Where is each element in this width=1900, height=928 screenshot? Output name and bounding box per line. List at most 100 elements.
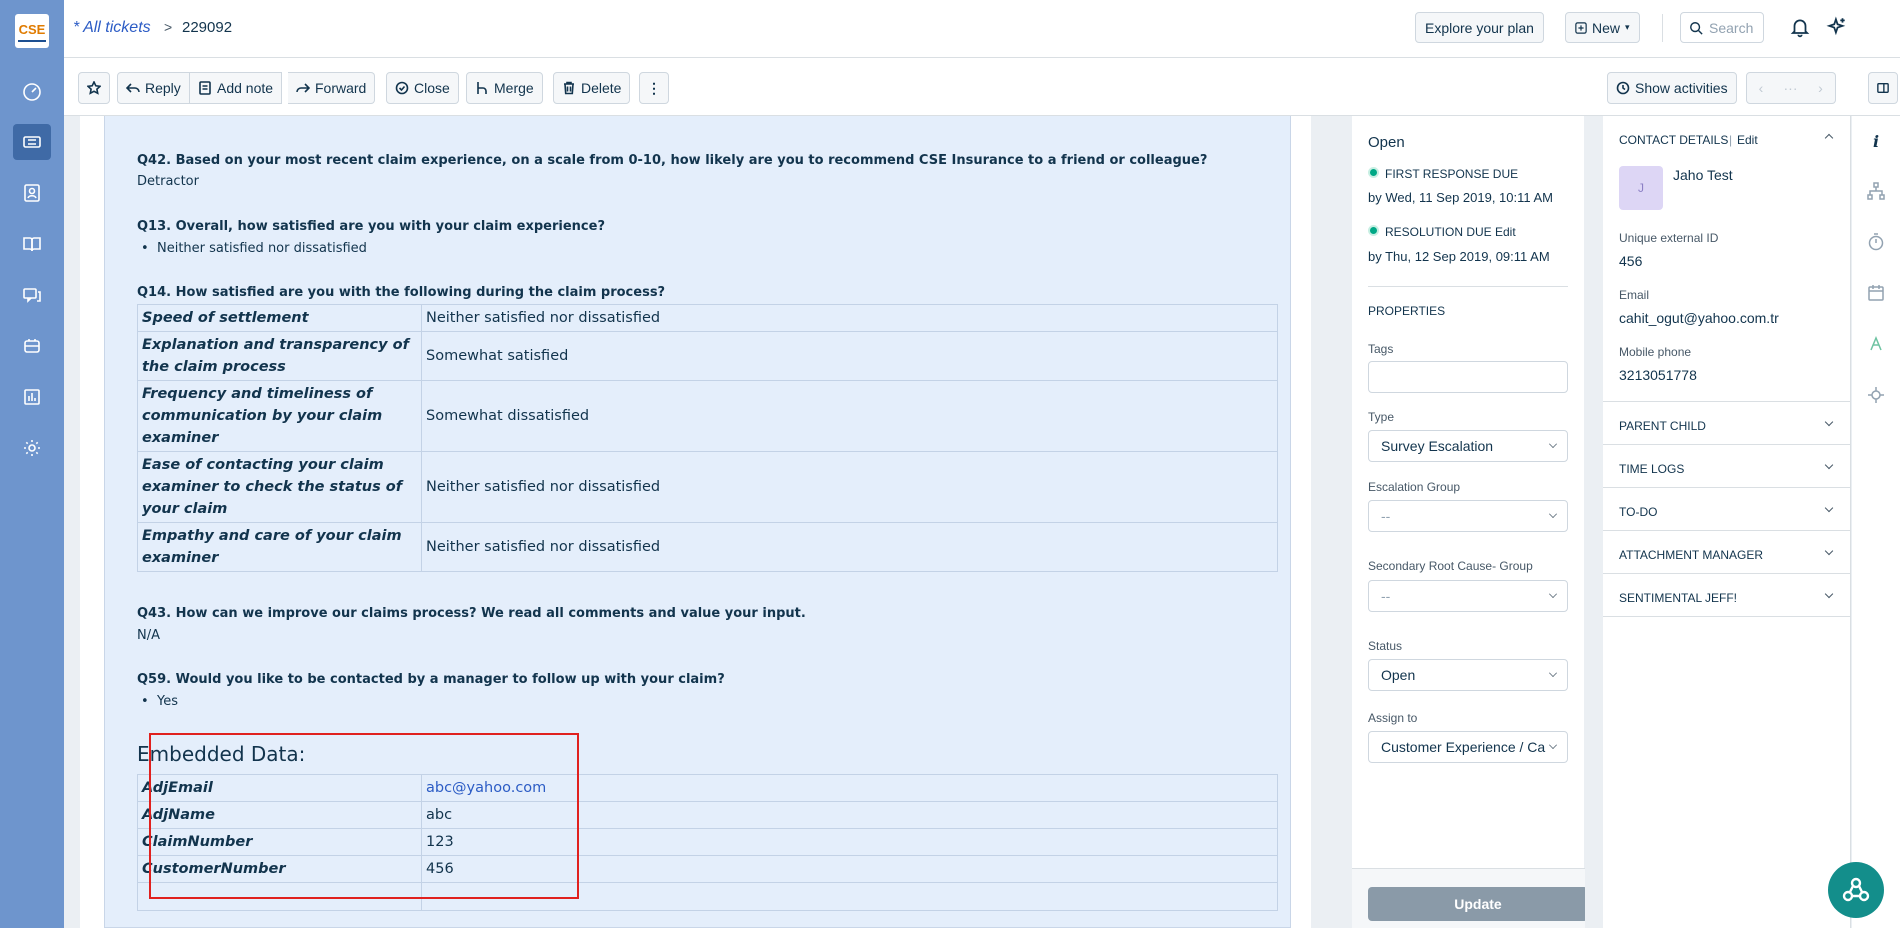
highlight-box	[149, 733, 579, 899]
reply-button[interactable]: Reply	[117, 72, 190, 104]
section-attachment-manager[interactable]: ATTACHMENT MANAGER	[1619, 548, 1763, 562]
plus-square-icon	[1575, 21, 1587, 34]
chevron-down-icon	[1549, 741, 1557, 749]
update-button[interactable]: Update	[1368, 887, 1588, 921]
sentiment-app-icon[interactable]	[1866, 385, 1886, 405]
table-row: Ease of contacting your claim examiner t…	[137, 451, 1278, 523]
chevron-down-icon[interactable]	[1824, 460, 1834, 470]
status-label: Status	[1368, 639, 1403, 653]
forward-label: Forward	[315, 80, 367, 96]
social-icon[interactable]	[13, 328, 51, 364]
chevron-down-icon[interactable]	[1824, 589, 1834, 599]
more-actions-button[interactable]: ⋮	[639, 72, 669, 104]
star-button[interactable]	[78, 72, 110, 104]
star-icon	[87, 81, 101, 95]
forums-icon[interactable]	[13, 277, 51, 313]
reply-icon	[126, 83, 140, 93]
solutions-icon[interactable]	[13, 226, 51, 262]
merge-label: Merge	[494, 80, 534, 96]
status-select[interactable]: Open	[1368, 659, 1568, 691]
info-icon[interactable]: i	[1866, 131, 1886, 151]
merge-button[interactable]: Merge	[466, 72, 543, 104]
show-activities-button[interactable]: Show activities	[1607, 72, 1737, 104]
status-dot-icon	[1368, 167, 1379, 178]
secondary-root-cause-select[interactable]: --	[1368, 580, 1568, 612]
add-note-button[interactable]: Add note	[190, 72, 283, 104]
chevron-down-icon	[1549, 510, 1557, 518]
note-icon	[199, 81, 211, 95]
admin-icon[interactable]	[13, 430, 51, 466]
pager-dots: ···	[1783, 80, 1798, 96]
contact-avatar-letter: J	[1638, 181, 1644, 195]
row-label: Speed of settlement	[137, 304, 422, 332]
type-value: Survey Escalation	[1381, 438, 1494, 454]
escalation-group-select[interactable]: --	[1368, 500, 1568, 532]
show-activities-label: Show activities	[1635, 80, 1728, 96]
sparkle-icon[interactable]	[1825, 15, 1849, 39]
activity-clock-icon	[1616, 81, 1630, 95]
tags-label: Tags	[1368, 342, 1394, 356]
ticket-id: 229092	[182, 19, 233, 36]
section-to-do[interactable]: TO-DO	[1619, 505, 1657, 519]
next-ticket-button[interactable]: ›	[1806, 72, 1836, 104]
type-select[interactable]: Survey Escalation	[1368, 430, 1568, 462]
question-q13: Q13. Overall, how satisfied are you with…	[137, 219, 605, 234]
ticket-pager[interactable]: ···	[1775, 72, 1807, 104]
chevron-down-icon	[1549, 590, 1557, 598]
contact-name-link[interactable]: Jaho Test	[1673, 167, 1733, 183]
merge-icon	[477, 82, 487, 94]
section-time-logs[interactable]: TIME LOGS	[1619, 462, 1684, 476]
phone-value: 3213051778	[1619, 367, 1697, 383]
contact-edit-link[interactable]: Edit	[1737, 133, 1758, 147]
reports-icon[interactable]	[13, 379, 51, 415]
chevron-down-icon[interactable]	[1824, 503, 1834, 513]
properties-scrollbar[interactable]	[1585, 116, 1601, 928]
forward-button[interactable]: Forward	[288, 72, 376, 104]
delete-button[interactable]: Delete	[553, 72, 631, 104]
bell-icon[interactable]	[1788, 15, 1812, 39]
all-tickets-link[interactable]: * All tickets	[73, 19, 151, 37]
chevron-down-icon[interactable]	[1824, 417, 1834, 427]
row-value: Neither satisfied nor dissatisfied	[421, 522, 1278, 572]
secondary-root-cause-label: Secondary Root Cause- Group	[1368, 559, 1533, 573]
email-label: Email	[1619, 288, 1650, 302]
first-response-value: by Wed, 11 Sep 2019, 10:11 AM	[1368, 190, 1554, 205]
company-logo[interactable]: CSE	[15, 14, 49, 48]
chevron-up-icon[interactable]	[1824, 133, 1834, 143]
timer-icon[interactable]	[1866, 232, 1886, 252]
calendar-icon[interactable]	[1866, 283, 1886, 303]
section-sentimental-jeff[interactable]: SENTIMENTAL JEFF!	[1619, 591, 1737, 605]
row-value: Neither satisfied nor dissatisfied	[421, 304, 1278, 332]
close-button[interactable]: Close	[386, 72, 459, 104]
external-id-value: 456	[1619, 253, 1643, 269]
row-label: Ease of contacting your claim examiner t…	[137, 451, 422, 523]
table-row: Empathy and care of your claim examiner N…	[137, 522, 1278, 572]
assign-to-select[interactable]: Customer Experience / Ca	[1368, 731, 1568, 763]
row-label: Explanation and transparency of the clai…	[137, 331, 422, 381]
section-parent-child[interactable]: PARENT CHILD	[1619, 419, 1706, 433]
table-row: Explanation and transparency of the clai…	[137, 331, 1278, 381]
tags-input[interactable]	[1368, 361, 1568, 393]
toggle-sidebar-button[interactable]	[1868, 72, 1898, 104]
chevron-down-icon[interactable]	[1824, 546, 1834, 556]
assign-to-value: Customer Experience / Ca	[1381, 739, 1546, 755]
explore-plan-label: Explore your plan	[1425, 19, 1534, 36]
chatbot-launcher[interactable]	[1828, 862, 1884, 918]
answer-q59: Yes	[141, 694, 178, 709]
phone-label: Mobile phone	[1619, 345, 1692, 359]
contacts-icon[interactable]	[13, 175, 51, 211]
row-value: Somewhat dissatisfied	[421, 380, 1278, 452]
search-input[interactable]: Search	[1680, 12, 1764, 43]
q14-table: Speed of settlement Neither satisfied nor…	[137, 304, 1278, 572]
previous-ticket-button[interactable]: ‹	[1746, 72, 1776, 104]
resolution-edit-link[interactable]: Edit	[1495, 225, 1516, 239]
answer-q42: Detractor	[137, 174, 199, 189]
new-button[interactable]: New ▾	[1565, 12, 1640, 43]
attachment-app-icon[interactable]	[1866, 334, 1886, 354]
hierarchy-icon[interactable]	[1866, 181, 1886, 201]
properties-panel: Open FIRST RESPONSE DUE by Wed, 11 Sep 2…	[1352, 116, 1600, 928]
tickets-icon[interactable]	[13, 124, 51, 160]
delete-label: Delete	[581, 80, 622, 96]
dashboard-icon[interactable]	[13, 74, 51, 110]
explore-plan-button[interactable]: Explore your plan	[1415, 12, 1544, 43]
